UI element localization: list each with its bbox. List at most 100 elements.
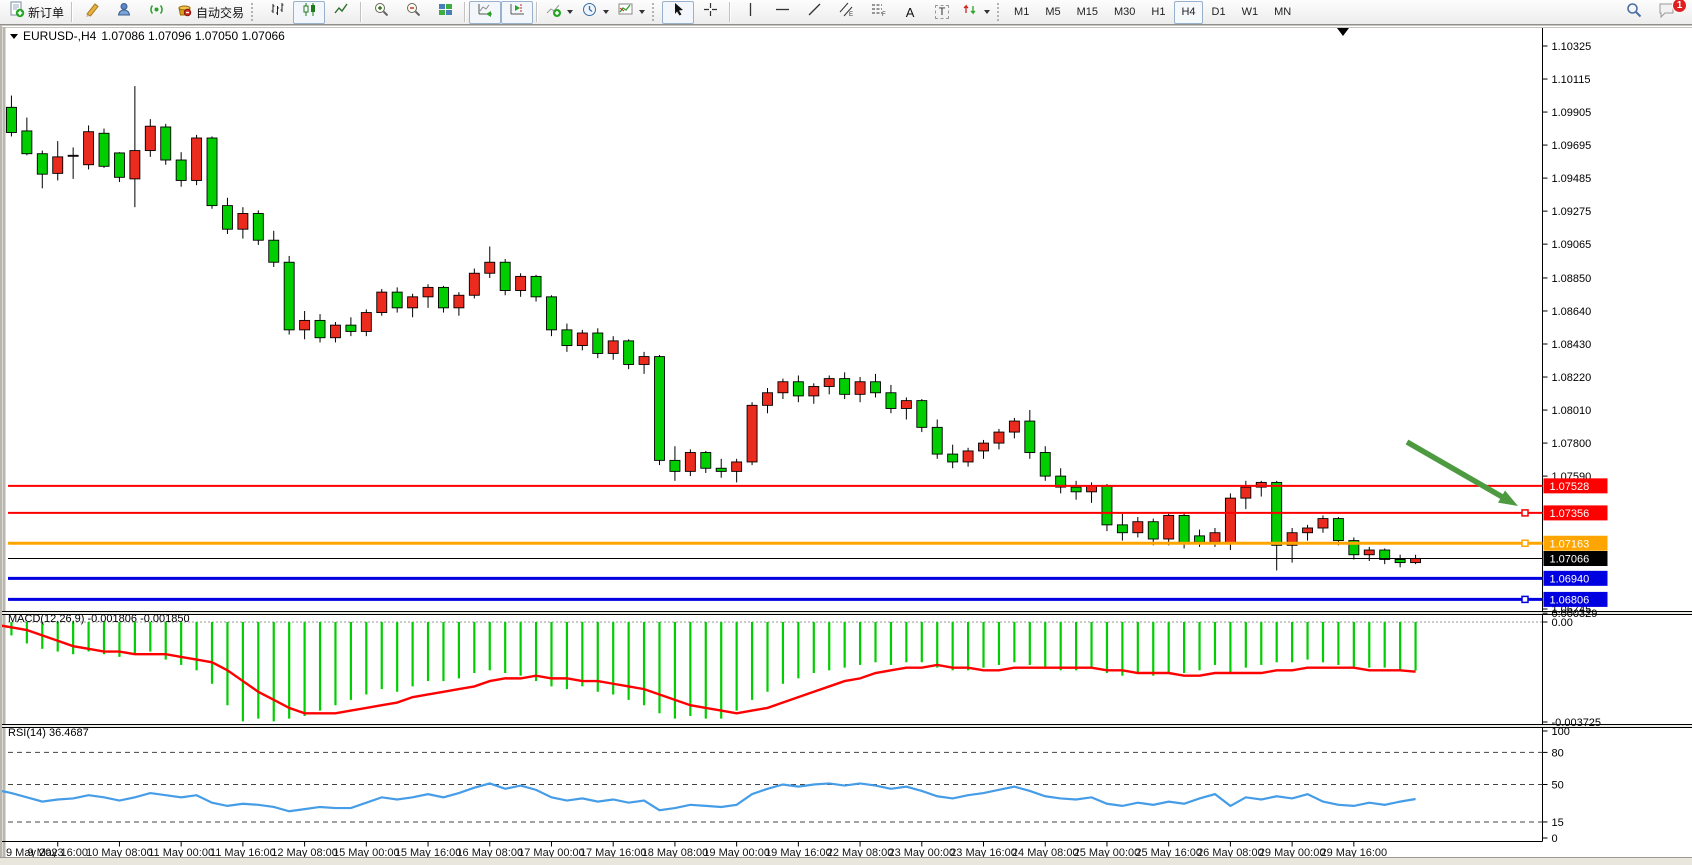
candle-body	[469, 273, 479, 295]
timeframe-button-M30[interactable]: M30	[1107, 1, 1142, 24]
candle	[546, 295, 556, 336]
zoom-in-button[interactable]	[365, 1, 397, 24]
candle-body	[1210, 533, 1220, 542]
toolbar-drag-handle[interactable]	[997, 3, 1002, 21]
svg-text:E: E	[849, 12, 853, 18]
autotrading-button[interactable]: 自动交易	[172, 1, 248, 24]
templates-button[interactable]	[613, 1, 649, 24]
candle	[747, 402, 757, 465]
candle-body	[500, 262, 510, 290]
dropdown-caret-icon	[567, 10, 573, 14]
tile-windows-button[interactable]	[429, 1, 461, 24]
candle-body	[994, 432, 1004, 443]
candle-body	[531, 276, 541, 296]
timeframe-button-W1[interactable]: W1	[1235, 1, 1266, 24]
fibonacci-icon: F	[870, 1, 887, 23]
price-label-text: 1.07163	[1550, 538, 1590, 550]
cursor-icon	[670, 1, 687, 23]
zoom-in-icon	[373, 1, 390, 23]
cursor-button[interactable]	[662, 1, 694, 24]
candle-body	[22, 131, 32, 154]
timeframe-button-M15[interactable]: M15	[1070, 1, 1105, 24]
symbol-dropdown-icon[interactable]	[10, 34, 18, 39]
chart-canvas[interactable]: 1.103251.101151.099051.096951.094851.092…	[2, 26, 1692, 858]
horizontal-line-tool-button[interactable]	[766, 1, 798, 24]
channel-tool-button[interactable]: E	[830, 1, 862, 24]
dropdown-caret-icon	[984, 10, 990, 14]
chart-line-button[interactable]	[325, 1, 357, 24]
timeframe-button-MN[interactable]: MN	[1267, 1, 1298, 24]
timeframe-button-H4[interactable]: H4	[1174, 1, 1202, 24]
candle-body	[176, 160, 186, 180]
auto-scroll-button[interactable]	[469, 1, 501, 24]
price-tick-label: 1.09065	[1552, 239, 1592, 251]
candle	[624, 339, 634, 369]
candle-body	[222, 206, 232, 230]
candle	[84, 125, 94, 169]
line-drag-handle[interactable]	[1522, 540, 1528, 546]
trendline-tool-button[interactable]	[798, 1, 830, 24]
price-tick-label: 1.08850	[1552, 273, 1592, 285]
candle-body	[6, 107, 16, 132]
candle-body	[886, 393, 896, 409]
crosshair-button[interactable]	[694, 1, 726, 24]
periods-button[interactable]	[577, 1, 613, 24]
toolbar-drag-handle[interactable]	[652, 3, 657, 21]
timeframe-button-D1[interactable]: D1	[1205, 1, 1233, 24]
candle-body	[917, 401, 927, 428]
line-drag-handle[interactable]	[1522, 510, 1528, 516]
candle-body	[145, 126, 155, 150]
text-tool-icon: A	[906, 5, 915, 20]
candle	[99, 129, 109, 168]
chart-bars-button[interactable]	[261, 1, 293, 24]
macd-tick-label: 0.00	[1552, 617, 1573, 629]
timeframe-button-M5[interactable]: M5	[1038, 1, 1067, 24]
line-drag-handle[interactable]	[1522, 596, 1528, 602]
price-tick-label: 1.07800	[1552, 438, 1592, 450]
candle-body	[423, 287, 433, 296]
zoom-out-button[interactable]	[397, 1, 429, 24]
text-label-tool-button[interactable]: T	[926, 1, 958, 24]
candle-body	[68, 155, 78, 156]
candle-body	[454, 295, 464, 308]
chart-window: 1.103251.101151.099051.096951.094851.092…	[0, 25, 1692, 857]
tile-windows-icon	[437, 1, 454, 23]
candle-body	[963, 451, 973, 462]
new-order-button[interactable]: 新订单	[4, 1, 68, 24]
candle-body	[747, 405, 757, 462]
timeframe-button-H1[interactable]: H1	[1144, 1, 1172, 24]
candle-body	[346, 325, 356, 331]
autotrading-label: 自动交易	[196, 4, 244, 21]
search-icon	[1625, 1, 1643, 24]
equidistant-channel-icon: E	[838, 1, 855, 23]
candle-body	[238, 213, 248, 229]
notifications-button[interactable]: 1	[1650, 1, 1682, 24]
zoom-out-icon	[405, 1, 422, 23]
fibonacci-tool-button[interactable]: F	[862, 1, 894, 24]
search-button[interactable]	[1618, 1, 1650, 24]
text-label-icon: T	[935, 5, 950, 19]
chart-candles-button[interactable]	[293, 1, 325, 24]
candle-body	[732, 462, 742, 471]
candle-body	[1333, 519, 1343, 541]
bar-chart-icon	[269, 1, 286, 23]
price-tick-label: 1.09485	[1552, 173, 1592, 185]
timeframe-button-M1[interactable]: M1	[1007, 1, 1036, 24]
vertical-line-tool-button[interactable]	[734, 1, 766, 24]
arrows-tool-button[interactable]	[958, 1, 994, 24]
rsi-tick-label: 0	[1552, 833, 1558, 845]
candle	[593, 328, 603, 358]
market-button[interactable]	[108, 1, 140, 24]
candle-body	[1025, 421, 1035, 452]
text-tool-button[interactable]: A	[894, 1, 926, 24]
toolbar-drag-handle[interactable]	[251, 3, 256, 21]
indicators-button[interactable]	[541, 1, 577, 24]
candle-body	[670, 460, 680, 471]
metaeditor-button[interactable]	[76, 1, 108, 24]
price-label-text: 1.07356	[1550, 508, 1590, 520]
candle-body	[1364, 550, 1374, 555]
chart-shift-button[interactable]	[501, 1, 533, 24]
chart-background	[2, 26, 1692, 858]
signals-button[interactable]	[140, 1, 172, 24]
candle-body	[1318, 519, 1328, 528]
